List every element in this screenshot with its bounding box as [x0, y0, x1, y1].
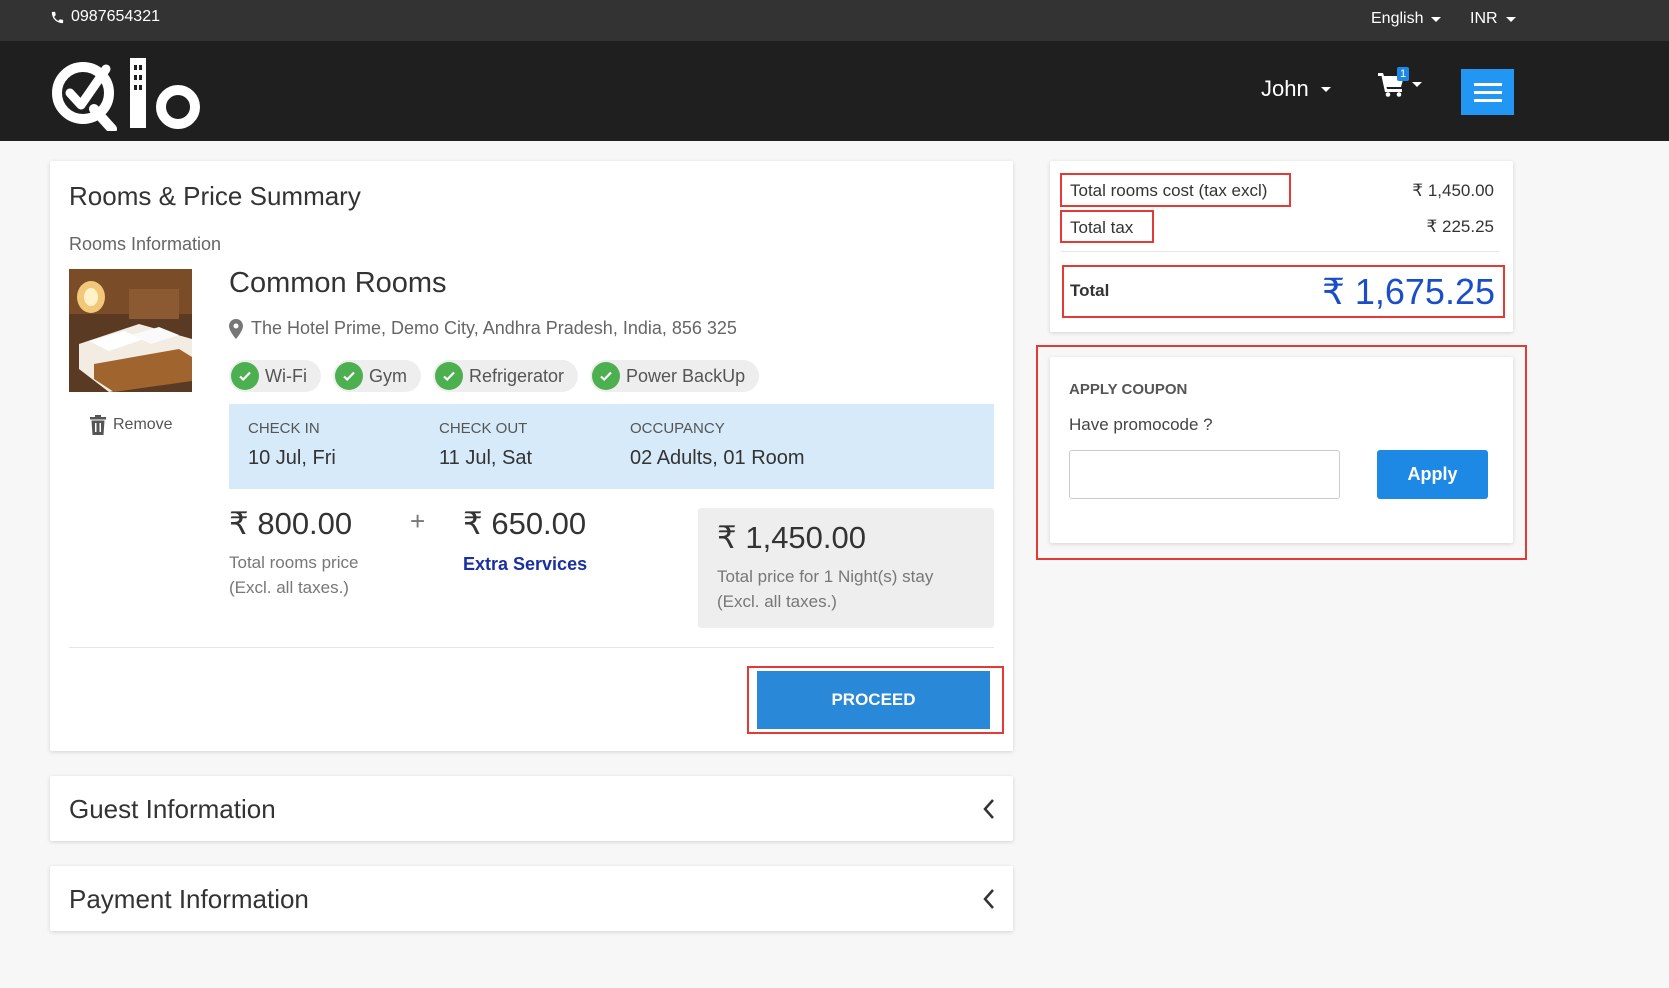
grand-total-highlight: Total ₹ 1,675.25	[1062, 265, 1505, 318]
totals-divider	[1062, 251, 1499, 252]
coupon-heading: APPLY COUPON	[1069, 381, 1188, 398]
rooms-price-tax-note: (Excl. all taxes.)	[229, 578, 349, 597]
amenity-label: Gym	[368, 365, 407, 386]
language-label: English	[1371, 10, 1424, 27]
user-name: John	[1261, 76, 1309, 101]
amenity-gym: Gym	[332, 360, 421, 392]
amenity-label: Wi-Fi	[265, 365, 307, 386]
stay-details: CHECK IN 10 Jul, Fri CHECK OUT 11 Jul, S…	[229, 404, 994, 489]
hamburger-menu-button[interactable]	[1461, 69, 1514, 115]
price-totals-card: Total rooms cost (tax excl) ₹ 1,450.00 T…	[1050, 161, 1513, 332]
amenity-label: Power BackUp	[626, 365, 746, 386]
proceed-highlight: PROCEED	[747, 666, 1004, 734]
check-icon	[334, 362, 363, 390]
chevron-down-icon	[1320, 86, 1331, 92]
occupancy-value: 02 Adults, 01 Room	[630, 447, 805, 469]
chevron-down-icon	[1431, 16, 1442, 22]
language-dropdown[interactable]: English	[1371, 10, 1442, 28]
amenities-list: Wi-Fi Gym Refrigerator Power BackUp	[229, 360, 760, 392]
rooms-cost-highlight: Total rooms cost (tax excl)	[1060, 173, 1291, 207]
rooms-price: ₹ 800.00	[229, 506, 353, 541]
rooms-cost-label: Total rooms cost (tax excl)	[1070, 181, 1268, 200]
trash-icon	[90, 415, 106, 435]
occupancy-label: OCCUPANCY	[630, 420, 725, 437]
chevron-left-icon	[983, 889, 994, 909]
cart-dropdown[interactable]: 1	[1378, 67, 1422, 97]
total-tax-label: Total tax	[1070, 218, 1134, 237]
map-marker-icon	[229, 318, 243, 339]
rooms-price-desc: Total rooms price	[229, 553, 359, 572]
divider	[69, 647, 994, 648]
apply-coupon-card: APPLY COUPON Have promocode ? Apply	[1050, 357, 1513, 543]
proceed-button[interactable]: PROCEED	[757, 671, 990, 729]
total-price-desc: Total price for 1 Night(s) stay	[717, 567, 934, 586]
amenity-label: Refrigerator	[468, 365, 565, 386]
occupancy: OCCUPANCY 02 Adults, 01 Room	[630, 420, 805, 470]
cart-count-badge: 1	[1397, 67, 1409, 81]
extra-services-block: ₹ 650.00 Extra Services	[463, 506, 587, 575]
room-image[interactable]	[69, 269, 192, 392]
guest-information-title: Guest Information	[69, 794, 276, 824]
total-price: ₹ 1,450.00	[717, 520, 867, 555]
remove-room-button[interactable]: Remove	[89, 415, 173, 435]
check-icon	[592, 362, 621, 390]
rooms-price-summary-card: Rooms & Price Summary Rooms Information …	[50, 161, 1013, 751]
check-in: CHECK IN 10 Jul, Fri	[248, 420, 336, 470]
currency-dropdown[interactable]: INR	[1470, 10, 1516, 28]
phone-contact: 0987654321	[50, 8, 160, 26]
room-name: Common Rooms	[229, 267, 447, 299]
address-text: The Hotel Prime, Demo City, Andhra Prade…	[251, 318, 737, 338]
grand-total-label: Total	[1070, 281, 1110, 300]
amenity-power-backup: Power BackUp	[590, 360, 760, 392]
chevron-left-icon	[983, 799, 994, 819]
total-tax-highlight: Total tax	[1060, 210, 1154, 243]
check-in-value: 10 Jul, Fri	[248, 447, 336, 469]
phone-icon	[51, 11, 64, 23]
chevron-down-icon	[1412, 81, 1422, 87]
payment-information-section[interactable]: Payment Information	[50, 866, 1013, 931]
total-price-tax-note: (Excl. all taxes.)	[717, 592, 837, 611]
user-dropdown[interactable]: John	[1261, 76, 1331, 102]
main-navbar: John 1	[0, 41, 1669, 141]
rooms-information-label: Rooms Information	[69, 234, 222, 254]
payment-information-title: Payment Information	[69, 884, 309, 914]
promocode-input[interactable]	[1069, 450, 1340, 499]
extra-services-link[interactable]: Extra Services	[463, 554, 587, 575]
check-out-value: 11 Jul, Sat	[439, 447, 533, 469]
check-in-label: CHECK IN	[248, 420, 320, 437]
guest-information-section[interactable]: Guest Information	[50, 776, 1013, 841]
remove-label: Remove	[113, 416, 173, 433]
hamburger-icon	[1473, 82, 1502, 86]
extra-services-price: ₹ 650.00	[463, 506, 587, 541]
page-title: Rooms & Price Summary	[69, 181, 361, 211]
currency-label: INR	[1470, 10, 1498, 27]
check-out: CHECK OUT 11 Jul, Sat	[439, 420, 532, 470]
amenity-wifi: Wi-Fi	[229, 360, 321, 392]
chevron-down-icon	[1505, 16, 1516, 22]
amenity-refrigerator: Refrigerator	[432, 360, 579, 392]
check-out-label: CHECK OUT	[439, 420, 528, 437]
grand-total-value: ₹ 1,675.25	[1321, 271, 1495, 312]
qlo-logo[interactable]	[50, 55, 205, 131]
rooms-price-block: ₹ 800.00 Total rooms price (Excl. all ta…	[229, 506, 358, 600]
hotel-address: The Hotel Prime, Demo City, Andhra Prade…	[229, 318, 737, 339]
top-bar: 0987654321 English INR	[0, 0, 1669, 41]
apply-coupon-button[interactable]: Apply	[1377, 450, 1488, 499]
rooms-cost-value: ₹ 1,450.00	[1412, 181, 1494, 200]
plus-sign: +	[410, 506, 426, 536]
phone-number: 0987654321	[71, 8, 160, 25]
check-icon	[434, 362, 463, 390]
total-price-box: ₹ 1,450.00 Total price for 1 Night(s) st…	[698, 508, 994, 628]
check-icon	[231, 362, 259, 390]
total-tax-value: ₹ 225.25	[1426, 217, 1494, 236]
promocode-question: Have promocode ?	[1069, 415, 1213, 434]
